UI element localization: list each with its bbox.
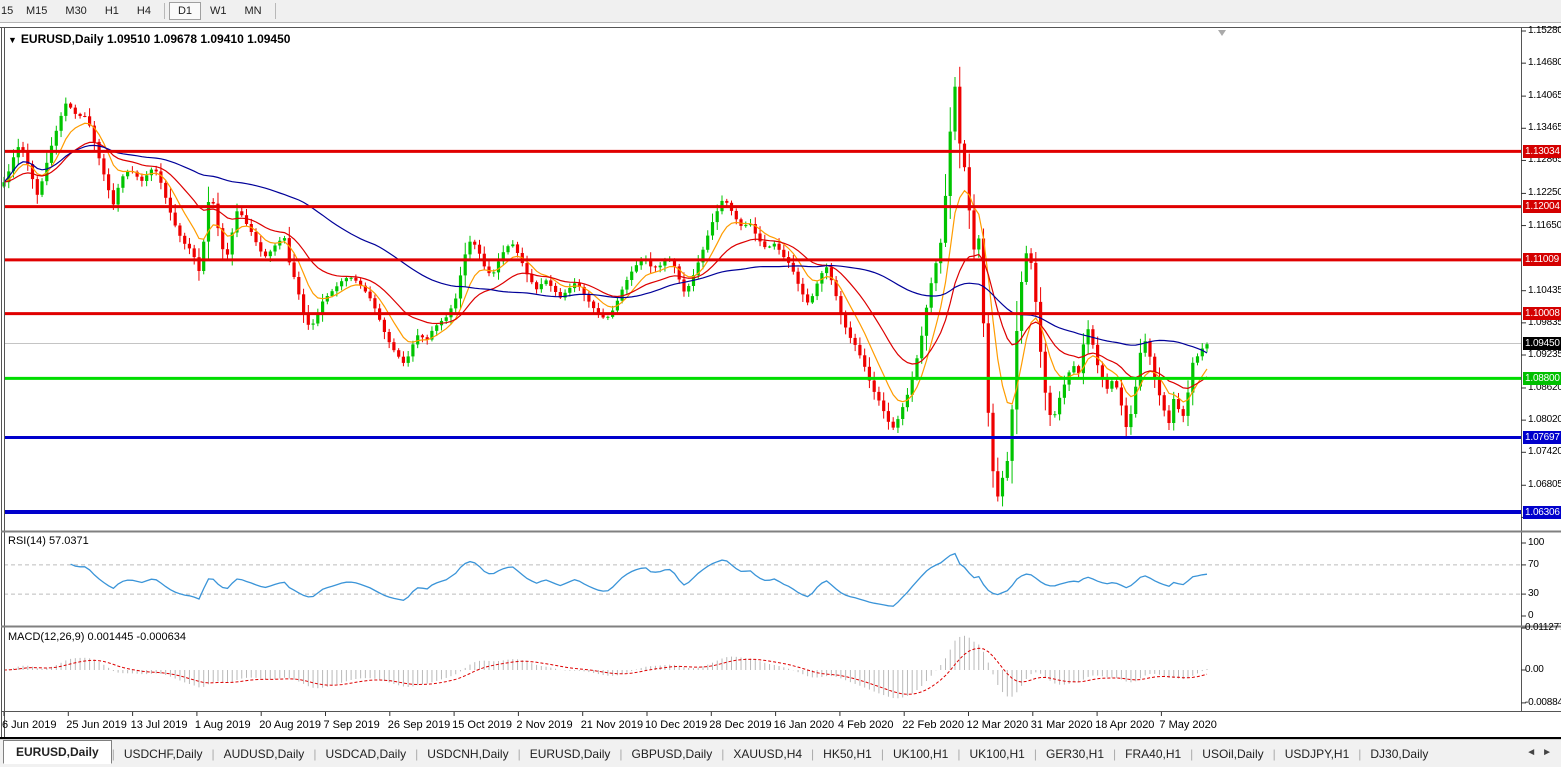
chart-tab-usdcnh-daily[interactable]: USDCNH,Daily: [418, 743, 517, 765]
chart-tab-uk100-h1[interactable]: UK100,H1: [960, 743, 1033, 765]
mt4-window: { "toolbar": { "timeframes": [ {"label":…: [0, 0, 1561, 767]
price-axis-label: 1.07420: [1528, 446, 1561, 457]
price-axis-label: 1.06805: [1528, 479, 1561, 490]
chart-tab-eurusd-daily[interactable]: EURUSD,Daily: [521, 743, 620, 765]
price-tag: 1.08800: [1523, 372, 1561, 385]
date-axis-label: 28 Dec 2019: [709, 719, 771, 731]
price-axis-label: 1.12250: [1528, 187, 1561, 198]
date-axis-label: 2 Nov 2019: [516, 719, 572, 731]
chart-title: ▼ EURUSD,Daily 1.09510 1.09678 1.09410 1.…: [8, 32, 290, 46]
chart-tab-uk100-h1[interactable]: UK100,H1: [884, 743, 957, 765]
chart-tab-ger30-h1[interactable]: GER30,H1: [1037, 743, 1113, 765]
date-axis-label: 10 Dec 2019: [645, 719, 707, 731]
price-axis-label: 1.14065: [1528, 90, 1561, 101]
price-axis-label: 1.14680: [1528, 57, 1561, 68]
chart-tab-audusd-daily[interactable]: AUDUSD,Daily: [215, 743, 314, 765]
chart-tab-usdcad-daily[interactable]: USDCAD,Daily: [316, 743, 415, 765]
tab-scroll-arrows: ◄►: [1523, 747, 1555, 758]
rsi-axis-label: 30: [1528, 588, 1539, 599]
date-axis-label: 20 Aug 2019: [259, 719, 321, 731]
macd-axis-label: 0.00: [1525, 664, 1544, 675]
chart-tab-hk50-h1[interactable]: HK50,H1: [814, 743, 881, 765]
date-axis-label: 15 Oct 2019: [452, 719, 512, 731]
tab-scroll-left-icon[interactable]: ◄: [1523, 747, 1539, 758]
date-axis-label: 25 Jun 2019: [66, 719, 127, 731]
chart-tab-xauusd-h4[interactable]: XAUUSD,H4: [724, 743, 811, 765]
date-axis-label: 26 Sep 2019: [388, 719, 450, 731]
price-tag: 1.11009: [1523, 253, 1561, 266]
price-axis-label: 1.13465: [1528, 122, 1561, 133]
price-axis-label: 1.10435: [1528, 285, 1561, 296]
chart-tab-eurusd-daily[interactable]: EURUSD,Daily: [3, 740, 112, 764]
date-axis-label: 16 Jan 2020: [774, 719, 835, 731]
rsi-indicator-label: RSI(14) 57.0371: [8, 535, 89, 547]
date-axis-label: 4 Feb 2020: [838, 719, 894, 731]
date-axis-label: 7 May 2020: [1159, 719, 1216, 731]
date-axis-label: 18 Apr 2020: [1095, 719, 1154, 731]
date-axis-label: 21 Nov 2019: [581, 719, 643, 731]
price-tag: 1.13034: [1523, 145, 1561, 158]
rsi-axis-label: 70: [1528, 559, 1539, 570]
date-axis-label: 1 Aug 2019: [195, 719, 251, 731]
chart-tab-usoil-daily[interactable]: USOil,Daily: [1193, 743, 1272, 765]
chart-tab-gbpusd-daily[interactable]: GBPUSD,Daily: [623, 743, 722, 765]
price-axis-label: 1.09235: [1528, 349, 1561, 360]
price-axis-label: 1.15280: [1528, 25, 1561, 36]
price-axis-label: 1.08020: [1528, 414, 1561, 425]
date-axis-label: 6 Jun 2019: [2, 719, 56, 731]
chart-title-text: EURUSD,Daily 1.09510 1.09678 1.09410 1.0…: [21, 32, 291, 46]
rsi-axis-label: 100: [1528, 537, 1544, 548]
price-axis-label: 1.11650: [1528, 220, 1561, 231]
date-axis-label: 22 Feb 2020: [902, 719, 964, 731]
macd-panel: [4, 636, 1207, 698]
window-borders: [0, 27, 1561, 739]
macd-axis-label: -0.008845: [1525, 697, 1561, 708]
candlesticks: [2, 67, 1208, 507]
price-tag: 1.09450: [1523, 337, 1561, 350]
date-axis-label: 13 Jul 2019: [131, 719, 188, 731]
price-tag: 1.10008: [1523, 307, 1561, 320]
macd-indicator-label: MACD(12,26,9) 0.001445 -0.000634: [8, 631, 186, 643]
axis-ticks: [4, 31, 1526, 716]
price-tag: 1.07697: [1523, 431, 1561, 444]
chart-tab-bar: EURUSD,Daily|USDCHF,Daily|AUDUSD,Daily|U…: [0, 739, 1561, 767]
price-tag: 1.12004: [1523, 200, 1561, 213]
chart-tab-usdchf-daily[interactable]: USDCHF,Daily: [115, 743, 212, 765]
horizontal-level-lines: [4, 151, 1521, 512]
macd-axis-label: 0.011277: [1525, 622, 1561, 633]
chart-tab-dj30-daily[interactable]: DJ30,Daily: [1361, 743, 1437, 765]
chart-canvas[interactable]: [0, 0, 1561, 767]
chart-dropdown-icon[interactable]: ▼: [8, 35, 17, 45]
chart-tab-usdjpy-h1[interactable]: USDJPY,H1: [1276, 743, 1358, 765]
price-tag: 1.06306: [1523, 506, 1561, 519]
tab-scroll-right-icon[interactable]: ►: [1539, 747, 1555, 758]
date-axis-label: 31 Mar 2020: [1031, 719, 1093, 731]
rsi-axis-label: 0: [1528, 610, 1533, 621]
date-axis-label: 7 Sep 2019: [324, 719, 380, 731]
rsi-panel: [4, 554, 1521, 607]
date-axis-label: 12 Mar 2020: [967, 719, 1029, 731]
chart-shift-marker-icon: [1218, 30, 1226, 36]
chart-tab-fra40-h1[interactable]: FRA40,H1: [1116, 743, 1190, 765]
